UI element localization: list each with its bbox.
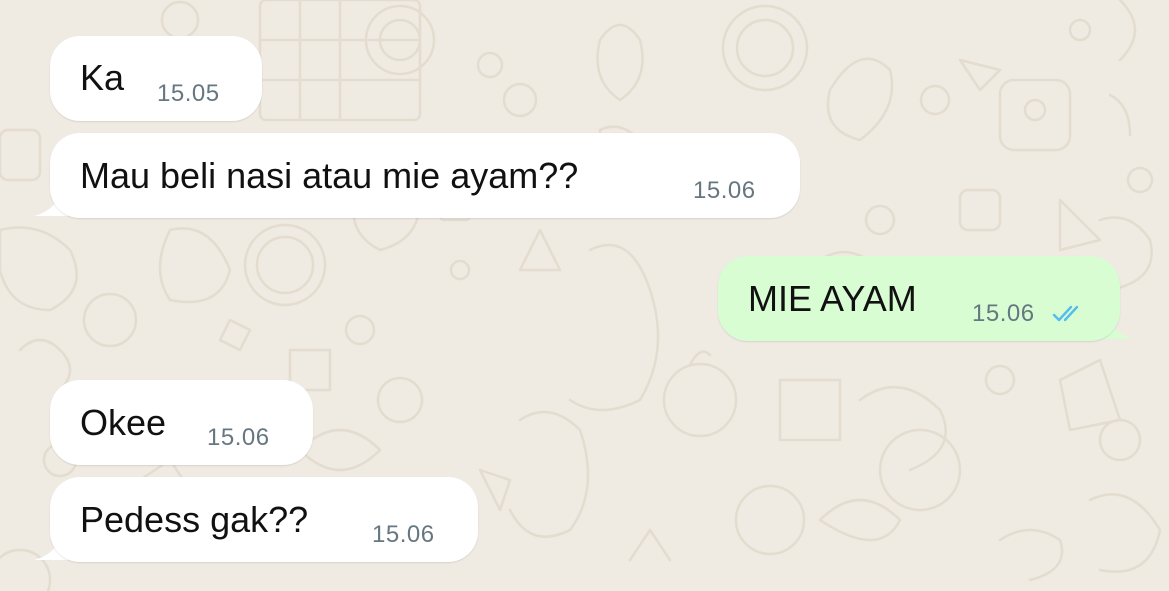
message-bubble-outgoing[interactable]: MIE AYAM 15.06: [718, 256, 1120, 341]
message-bubble-incoming[interactable]: Okee 15.06: [50, 380, 313, 465]
message-text: Mau beli nasi atau mie ayam??: [80, 155, 579, 196]
message-bubble-incoming[interactable]: Ka 15.05: [50, 36, 262, 121]
message-text: Okee: [80, 402, 167, 443]
message-timestamp: 15.06: [372, 521, 435, 548]
message-bubble-incoming[interactable]: Pedess gak?? 15.06: [50, 477, 478, 562]
message-timestamp: 15.06: [972, 300, 1035, 327]
message-text: Pedess gak??: [80, 499, 309, 540]
message-bubble-incoming[interactable]: Mau beli nasi atau mie ayam?? 15.06: [50, 133, 800, 218]
message-timestamp: 15.05: [157, 80, 220, 107]
message-text: MIE AYAM: [748, 278, 917, 319]
message-timestamp: 15.06: [693, 177, 756, 204]
message-text: Ka: [80, 57, 125, 98]
double-check-read-icon: [1052, 305, 1079, 322]
message-timestamp: 15.06: [207, 424, 270, 451]
